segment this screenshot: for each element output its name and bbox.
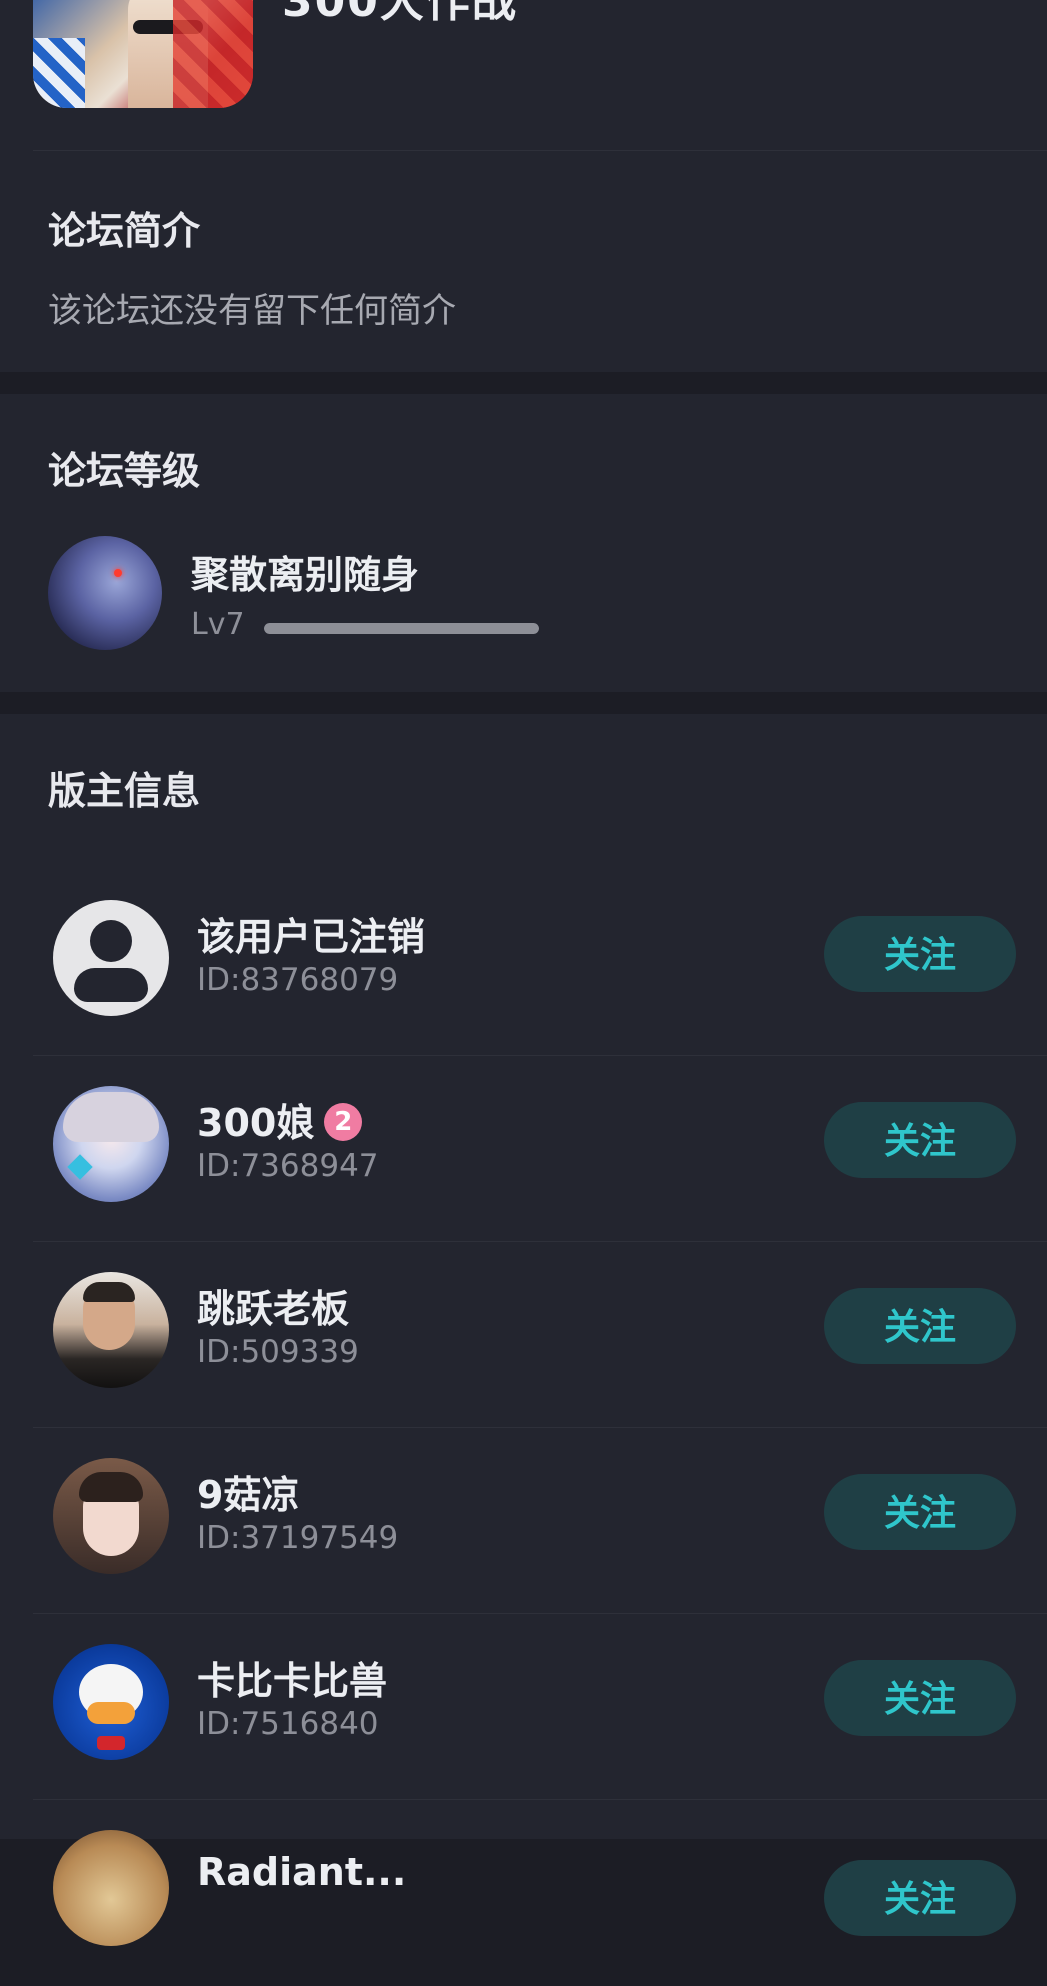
avatar-hair: [63, 1092, 159, 1142]
avatar-bow: [97, 1736, 125, 1750]
avatar-head-shape: [90, 920, 132, 962]
moderator-id: ID:7516840: [197, 1706, 379, 1742]
moderator-id: ID:37197549: [197, 1520, 399, 1556]
cover-checker-pattern: [33, 38, 85, 108]
level-progress-bar: [264, 623, 539, 634]
moderator-id: ID:83768079: [197, 962, 399, 998]
forum-name: 300大作战: [282, 0, 518, 27]
forum-level-section: 论坛等级 聚散离别随身 Lv7: [0, 394, 1047, 692]
divider: [33, 150, 1047, 151]
moderator-row[interactable]: 卡比卡比兽 ID:7516840 关注: [0, 1614, 1047, 1800]
level-progress-fill: [264, 623, 539, 634]
level-name: 聚散离别随身: [191, 553, 420, 597]
level-avatar[interactable]: [48, 536, 162, 650]
moderator-row[interactable]: Radiant... 关注: [0, 1800, 1047, 1986]
moderator-name: 9菇凉: [197, 1473, 300, 1517]
forum-cover-image: [33, 0, 253, 108]
follow-button[interactable]: 关注: [824, 1102, 1016, 1178]
moderator-name: Radiant...: [197, 1850, 407, 1894]
avatar-gem: [67, 1154, 93, 1180]
avatar-eye-detail: [114, 569, 122, 577]
moderator-name: 该用户已注销: [197, 915, 426, 959]
moderator-id: ID:509339: [197, 1334, 359, 1370]
default-avatar-icon[interactable]: [53, 900, 169, 1016]
forum-info-section: 300大作战 论坛简介 该论坛还没有留下任何简介: [0, 0, 1047, 372]
duck-avatar[interactable]: [53, 1644, 169, 1760]
partial-avatar[interactable]: [53, 1830, 169, 1946]
avatar-beak: [87, 1702, 135, 1724]
level-badge: 2: [324, 1102, 363, 1141]
follow-button[interactable]: 关注: [824, 1660, 1016, 1736]
moderators-section: 版主信息 该用户已注销 ID:83768079 关注 300娘 2 ID:7368…: [0, 714, 1047, 1946]
moderator-id: ID:7368947: [197, 1148, 379, 1184]
intro-text: 该论坛还没有留下任何简介: [48, 291, 456, 331]
follow-button[interactable]: 关注: [824, 916, 1016, 992]
follow-button[interactable]: 关注: [824, 1474, 1016, 1550]
moderator-row[interactable]: 跳跃老板 ID:509339 关注: [0, 1242, 1047, 1428]
avatar-body-shape: [74, 968, 148, 1002]
woman-avatar[interactable]: [53, 1458, 169, 1574]
moderator-name: 跳跃老板: [197, 1287, 350, 1331]
moderator-row[interactable]: 300娘 2 ID:7368947 关注: [0, 1056, 1047, 1242]
moderator-row[interactable]: 9菇凉 ID:37197549 关注: [0, 1428, 1047, 1614]
level-label: Lv7: [191, 607, 245, 642]
moderator-name-line: 300娘 2: [197, 1092, 363, 1147]
level-title: 论坛等级: [48, 449, 201, 493]
avatar-hair: [79, 1472, 143, 1502]
follow-button[interactable]: 关注: [824, 1288, 1016, 1364]
moderator-name: 300娘: [197, 1101, 315, 1145]
anime-girl-avatar[interactable]: [53, 1086, 169, 1202]
moderators-title: 版主信息: [48, 769, 201, 813]
cover-red-pattern: [173, 0, 253, 108]
follow-button[interactable]: 关注: [824, 1860, 1016, 1936]
man-avatar[interactable]: [53, 1272, 169, 1388]
moderator-row[interactable]: 该用户已注销 ID:83768079 关注: [0, 870, 1047, 1056]
moderator-name: 卡比卡比兽: [197, 1659, 388, 1703]
avatar-hair: [83, 1282, 135, 1302]
intro-title: 论坛简介: [48, 209, 201, 253]
